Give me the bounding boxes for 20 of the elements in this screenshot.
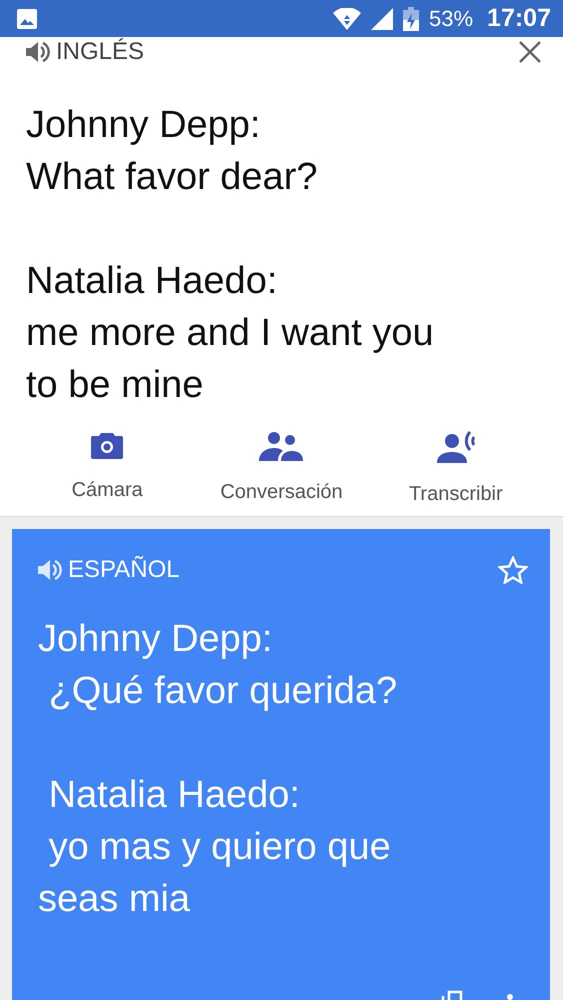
battery-percentage: 53% bbox=[429, 6, 474, 32]
close-icon[interactable] bbox=[519, 41, 541, 63]
target-language[interactable]: ESPAÑOL bbox=[68, 556, 498, 584]
speaker-icon[interactable] bbox=[26, 41, 50, 63]
clock-time: 17:07 bbox=[487, 4, 551, 33]
battery-icon bbox=[403, 6, 419, 30]
action-label[interactable]: Transcribir bbox=[408, 483, 503, 506]
people-icon bbox=[259, 431, 304, 461]
action-label[interactable]: Cámara bbox=[72, 479, 143, 502]
wifi-icon bbox=[333, 8, 361, 30]
camera-icon bbox=[91, 431, 124, 459]
source-text: Johnny Depp: What favor dear? Natalia Haedo: me more and I want you to be mine bbox=[25, 103, 435, 408]
speaker-icon[interactable] bbox=[38, 559, 62, 581]
signal-icon bbox=[371, 8, 393, 30]
source-language[interactable]: INGLÉS bbox=[56, 38, 519, 66]
person-speaking-icon bbox=[436, 431, 475, 463]
action-label[interactable]: Conversación bbox=[220, 481, 343, 504]
image-icon bbox=[17, 8, 37, 28]
star-icon[interactable] bbox=[498, 556, 528, 584]
translated-text: Johnny Depp: ¿Qué favor querida? Natalia Haedo: yo mas y quiero que seas mia bbox=[37, 617, 398, 922]
